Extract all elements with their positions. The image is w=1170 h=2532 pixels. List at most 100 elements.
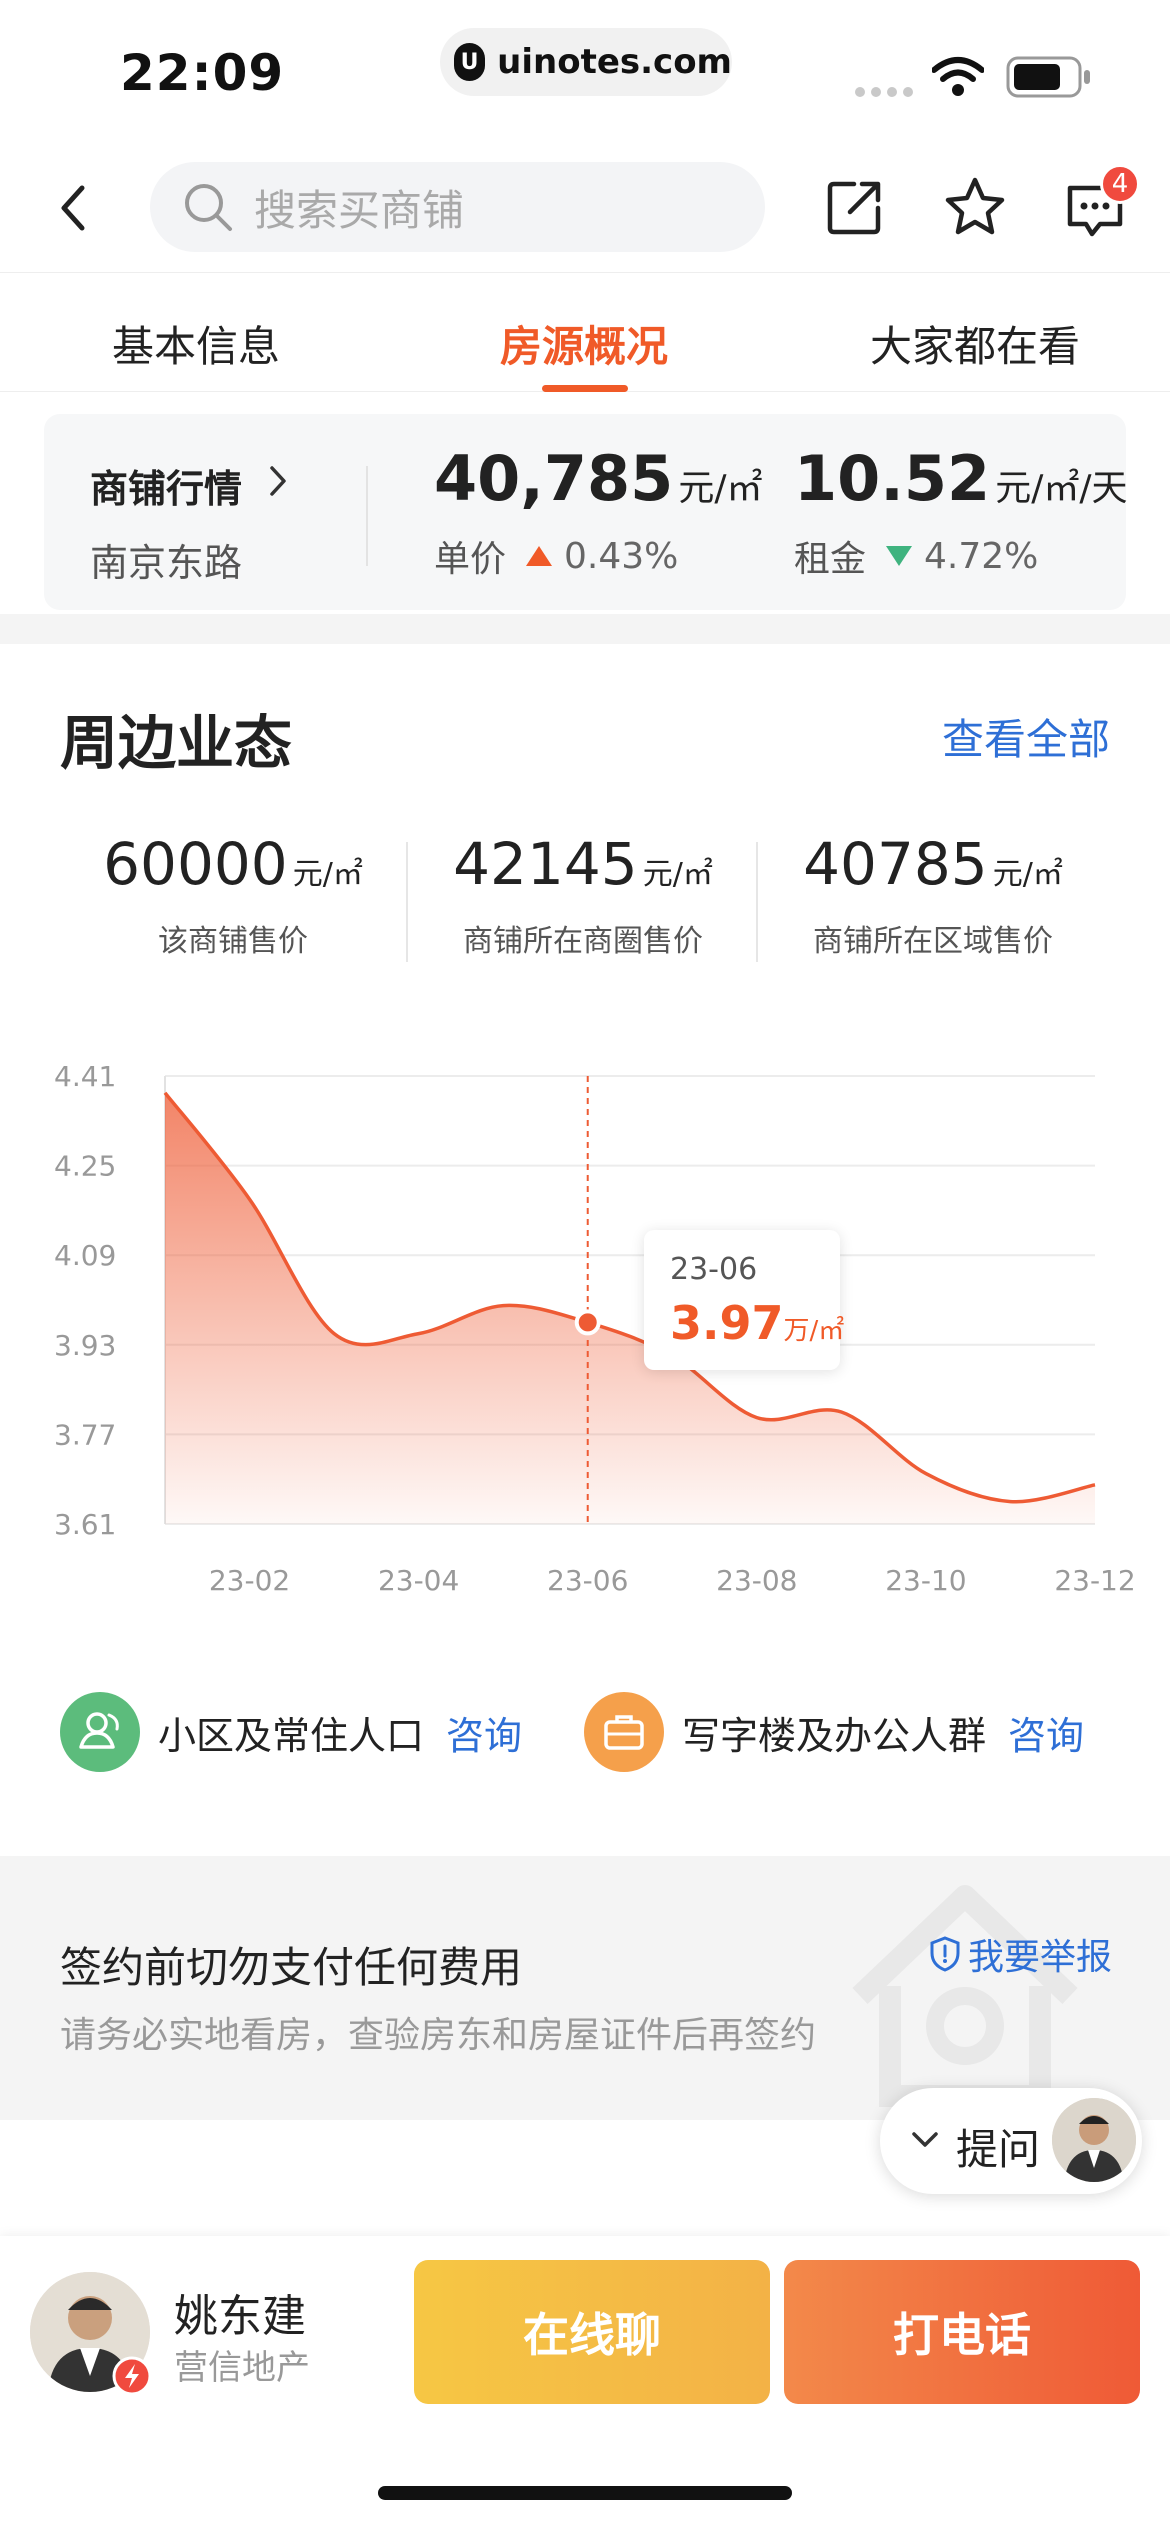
agent-company: 营信地产: [174, 2348, 310, 2388]
chart-area: [165, 1092, 1095, 1524]
price-change-row: 单价 0.43%: [434, 530, 678, 582]
tab-active-indicator: [542, 385, 628, 392]
tooltip-value: 3.97: [670, 1296, 784, 1350]
tooltip-value-row: 3.97万/㎡: [670, 1296, 844, 1350]
url-text: uinotes.com: [497, 42, 732, 82]
unit-price-label: 单价: [434, 539, 507, 580]
tab-overview[interactable]: 房源概况: [500, 313, 668, 374]
online-chat-button[interactable]: 在线聊: [414, 2260, 770, 2404]
chart-tooltip: 23-06 3.97万/㎡: [644, 1230, 844, 1370]
shield-icon: [930, 1936, 960, 1972]
signal-icon: [855, 87, 913, 97]
chevron-right-icon: [270, 466, 286, 496]
y-tick-label: 3.77: [54, 1418, 116, 1451]
agent-name: 姚东建: [174, 2291, 306, 2342]
back-icon[interactable]: [50, 178, 100, 238]
trend-down-icon: [886, 546, 913, 566]
chevron-down-icon: [912, 2132, 938, 2147]
rent-change: 4.72%: [924, 535, 1039, 577]
y-tick-label: 3.61: [54, 1508, 116, 1541]
y-axis: 4.41 4.25 4.09 3.93 3.77 3.61: [54, 1060, 116, 1541]
tab-basic-info[interactable]: 基本信息: [112, 313, 280, 374]
unit-price-unit: 元/㎡: [678, 468, 763, 509]
population-office: 写字楼及办公人群 咨询: [584, 1692, 1084, 1772]
rent-label: 租金: [794, 539, 867, 580]
x-tick-label: 23-06: [547, 1564, 628, 1597]
star-icon[interactable]: [940, 172, 1010, 242]
population-label: 写字楼及办公人群: [682, 1713, 987, 1758]
stat-unit: 元/㎡: [992, 857, 1063, 892]
search-icon: [185, 184, 232, 231]
report-link[interactable]: 我要举报: [928, 1928, 1112, 1980]
tab-bar: 基本信息 房源概况 大家都在看: [0, 272, 1170, 392]
url-pill[interactable]: U uinotes.com: [440, 28, 732, 96]
market-location: 南京东路: [90, 541, 243, 585]
stat-shop-price: 60000 元/㎡ 该商铺售价: [0, 830, 466, 960]
stat-label: 该商铺售价: [158, 924, 308, 959]
tooltip-date: 23-06: [670, 1252, 758, 1287]
share-icon[interactable]: [820, 172, 890, 242]
consult-residents-link[interactable]: 咨询: [446, 1705, 522, 1760]
stat-value: 42145: [453, 830, 638, 898]
unit-price-change: 0.43%: [564, 535, 679, 577]
price-trend-chart[interactable]: 4.41 4.25 4.09 3.93 3.77 3.61 23-02 23-04 23-06…: [0, 1040, 1170, 1600]
house-watermark-icon: [852, 1885, 1078, 2107]
avatar: [1052, 2098, 1136, 2182]
stat-area-price: 40785 元/㎡ 商铺所在区域售价: [758, 830, 1108, 960]
ask-question-button[interactable]: 提问: [880, 2088, 1142, 2194]
market-card[interactable]: 商铺行情 南京东路 40,785 元/㎡ 单价 0.43% 10.52 元/㎡/…: [44, 414, 1127, 610]
wifi-icon: [932, 57, 984, 96]
lightning-badge-icon: [112, 2356, 152, 2396]
y-tick-label: 4.09: [54, 1239, 116, 1272]
stat-label: 商铺所在区域售价: [813, 924, 1053, 959]
stat-value: 40785: [803, 830, 988, 898]
safety-warning: 签约前切勿支付任何费用 请务必实地看房，查验房东和房屋证件后再签约 我要举报: [0, 1856, 1170, 2120]
population-residents: 小区及常住人口 咨询: [60, 1692, 522, 1772]
x-tick-label: 23-12: [1054, 1564, 1135, 1597]
person-icon: [60, 1692, 140, 1772]
warning-subtitle: 请务必实地看房，查验房东和房屋证件后再签约: [60, 2015, 817, 2056]
message-badge: 4: [1100, 164, 1140, 204]
divider: [366, 466, 368, 566]
x-tick-label: 23-08: [716, 1564, 797, 1597]
x-tick-label: 23-04: [378, 1564, 459, 1597]
battery-icon: [1006, 56, 1090, 98]
status-time: 22:09: [120, 44, 285, 102]
rent-change-row: 租金 4.72%: [794, 530, 1038, 582]
search-input[interactable]: 搜索买商铺: [150, 162, 765, 252]
y-tick-label: 4.25: [54, 1150, 116, 1183]
briefcase-icon: [584, 1692, 664, 1772]
rent-block: 10.52 元/㎡/天: [794, 442, 1127, 515]
price-block: 40,785 元/㎡: [434, 442, 763, 515]
trend-up-icon: [526, 546, 553, 566]
x-tick-label: 23-10: [885, 1564, 966, 1597]
warning-title: 签约前切勿支付任何费用: [60, 1943, 523, 1992]
stat-label: 商铺所在商圈售价: [463, 924, 703, 959]
chart-highlight-point[interactable]: [574, 1309, 601, 1336]
y-tick-label: 4.41: [54, 1060, 116, 1093]
stat-unit: 元/㎡: [292, 857, 363, 892]
x-tick-label: 23-02: [209, 1564, 290, 1597]
unit-price-value: 40,785: [434, 442, 674, 515]
tab-popular[interactable]: 大家都在看: [870, 313, 1080, 374]
stat-district-price: 42145 元/㎡ 商铺所在商圈售价: [408, 830, 758, 960]
market-title: 商铺行情: [90, 467, 243, 511]
section-divider: [0, 614, 1170, 644]
rent-unit: 元/㎡/天: [995, 468, 1128, 509]
consult-office-link[interactable]: 咨询: [1008, 1705, 1084, 1760]
section-title: 周边业态: [60, 709, 293, 777]
view-all-link[interactable]: 查看全部: [942, 706, 1110, 767]
rent-value: 10.52: [794, 442, 991, 515]
search-placeholder: 搜索买商铺: [254, 185, 465, 235]
call-button[interactable]: 打电话: [784, 2260, 1140, 2404]
stat-unit: 元/㎡: [642, 857, 713, 892]
ask-label: 提问: [956, 2125, 1041, 2174]
site-logo-icon: U: [454, 43, 486, 81]
x-axis: 23-02 23-04 23-06 23-08 23-10 23-12: [209, 1564, 1136, 1597]
population-label: 小区及常住人口: [158, 1713, 425, 1758]
report-label: 我要举报: [968, 1937, 1113, 1978]
y-tick-label: 3.93: [54, 1329, 116, 1362]
stat-value: 60000: [103, 830, 288, 898]
home-indicator: [378, 2486, 792, 2500]
tooltip-unit: 万/㎡: [783, 1316, 845, 1346]
